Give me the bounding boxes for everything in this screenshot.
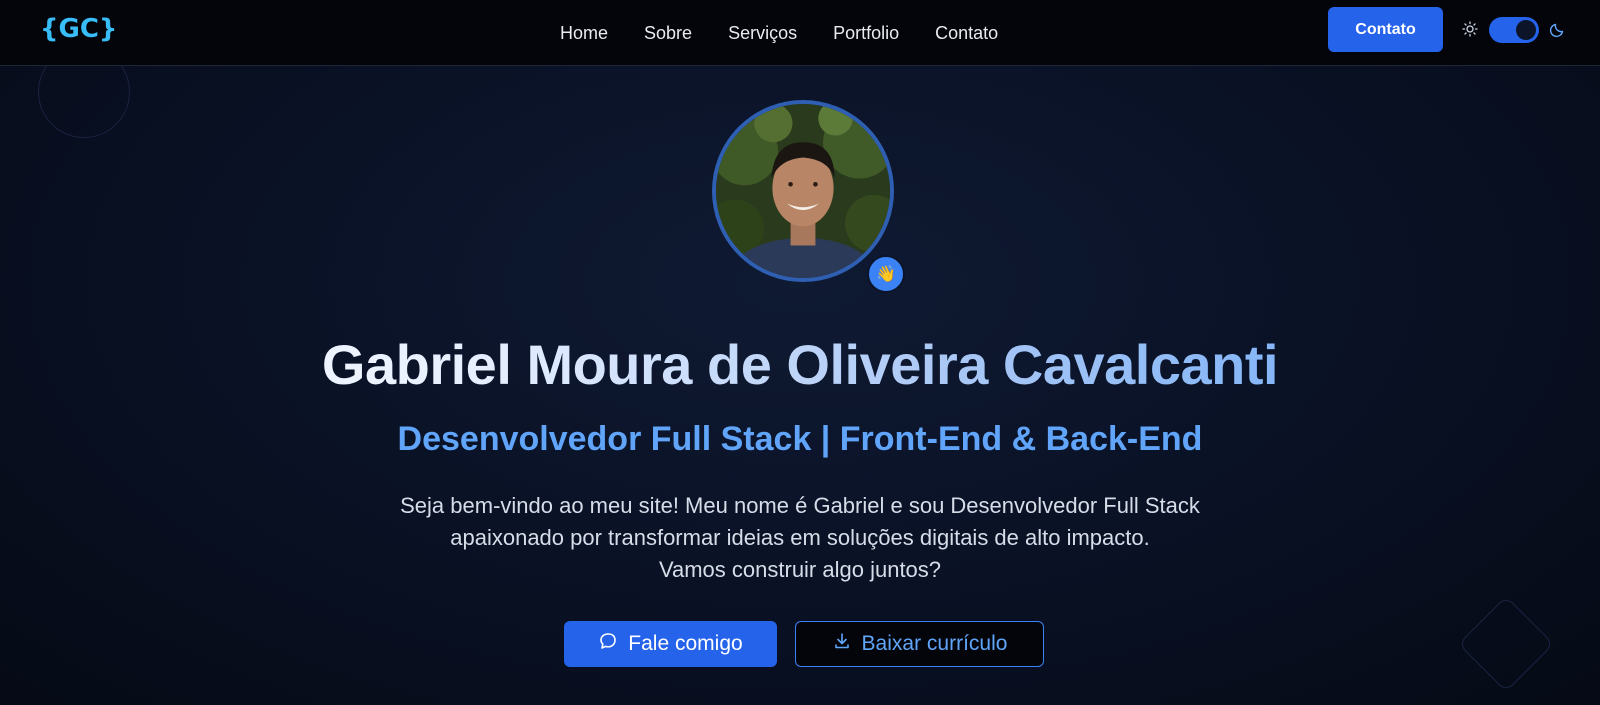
profile-avatar <box>712 100 894 282</box>
nav-link-contato[interactable]: Contato <box>935 23 998 44</box>
download-cv-label: Baixar currículo <box>861 632 1008 655</box>
download-icon <box>832 631 852 657</box>
contact-button[interactable]: Contato <box>1328 7 1443 52</box>
hero-description-line: apaixonado por transformar ideias em sol… <box>450 525 1150 550</box>
nav-link-servicos[interactable]: Serviços <box>728 23 797 44</box>
contact-me-button[interactable]: Fale comigo <box>564 621 777 667</box>
download-cv-button[interactable]: Baixar currículo <box>795 621 1044 667</box>
navbar: {GC} Home Sobre Serviços Portfolio Conta… <box>0 0 1600 66</box>
nav-link-sobre[interactable]: Sobre <box>644 23 692 44</box>
theme-toggle-knob <box>1516 20 1536 40</box>
site-logo[interactable]: {GC} <box>40 14 117 44</box>
moon-icon <box>1549 20 1567 38</box>
hero-name: Gabriel Moura de Oliveira Cavalcanti <box>0 332 1600 397</box>
theme-toggle[interactable] <box>1489 17 1539 43</box>
nav-links: Home Sobre Serviços Portfolio Contato <box>560 0 998 66</box>
hero-subtitle: Desenvolvedor Full Stack | Front-End & B… <box>397 420 1203 458</box>
contact-me-label: Fale comigo <box>628 632 743 655</box>
hero-description-line: Seja bem-vindo ao meu site! Meu nome é G… <box>400 493 1200 518</box>
hero-description: Seja bem-vindo ao meu site! Meu nome é G… <box>350 490 1250 586</box>
sun-icon <box>1462 21 1478 37</box>
chat-bubble-icon <box>598 631 618 657</box>
nav-link-portfolio[interactable]: Portfolio <box>833 23 899 44</box>
nav-link-home[interactable]: Home <box>560 23 608 44</box>
hero-description-line: Vamos construir algo juntos? <box>658 557 942 582</box>
decorative-diamond <box>1457 595 1555 693</box>
wave-badge: 👋 <box>867 255 905 293</box>
